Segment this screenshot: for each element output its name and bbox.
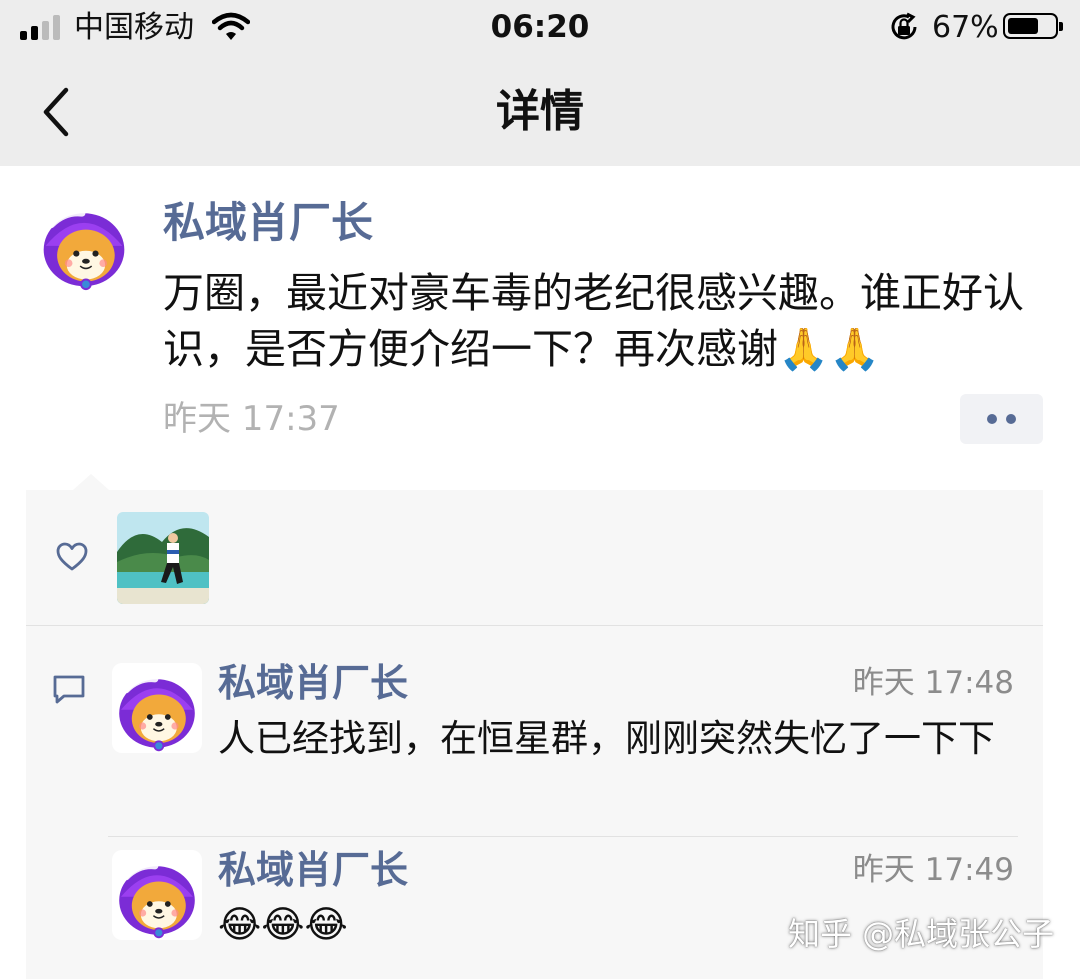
post-author-avatar[interactable] bbox=[36, 196, 132, 292]
battery-percentage: 67% bbox=[932, 10, 999, 45]
likes-divider bbox=[26, 625, 1043, 626]
watermark: 知乎 @私域张公子 bbox=[788, 915, 1055, 953]
panel-pointer bbox=[73, 474, 109, 490]
navigation-bar: 详情 bbox=[0, 56, 1080, 166]
comment-text: 人已经找到，在恒星群，刚刚突然失忆了一下下 bbox=[218, 717, 995, 760]
heart-icon bbox=[56, 542, 88, 571]
comment-author-name[interactable]: 私域肖厂长 bbox=[218, 658, 408, 708]
status-bar: 中国移动 06:20 67% bbox=[0, 0, 1080, 56]
comment-timestamp: 昨天 17:49 bbox=[852, 852, 1014, 888]
comment-icon bbox=[53, 675, 85, 704]
page-title: 详情 bbox=[496, 86, 584, 137]
comment-divider bbox=[108, 836, 1018, 837]
comment-author-avatar[interactable] bbox=[112, 850, 202, 940]
liker-avatar[interactable] bbox=[117, 512, 209, 604]
more-actions-button[interactable] bbox=[960, 394, 1043, 444]
rotation-lock-icon bbox=[891, 12, 917, 40]
battery-icon bbox=[1003, 13, 1063, 39]
post-timestamp: 昨天 17:37 bbox=[163, 399, 340, 439]
comment-author-name[interactable]: 私域肖厂长 bbox=[218, 845, 408, 895]
post-author-name[interactable]: 私域肖厂长 bbox=[163, 195, 373, 251]
interaction-panel: 私域肖厂长 昨天 17:48 人已经找到，在恒星群，刚刚突然失忆了一下下 私域肖… bbox=[26, 474, 1043, 979]
comment-author-avatar[interactable] bbox=[112, 663, 202, 753]
post-text: 万圈，最近对豪车毒的老纪很感兴趣。谁正好认识，是否方便介绍一下？再次感谢🙏🙏 bbox=[163, 269, 1024, 373]
comment-timestamp: 昨天 17:48 bbox=[852, 665, 1014, 701]
